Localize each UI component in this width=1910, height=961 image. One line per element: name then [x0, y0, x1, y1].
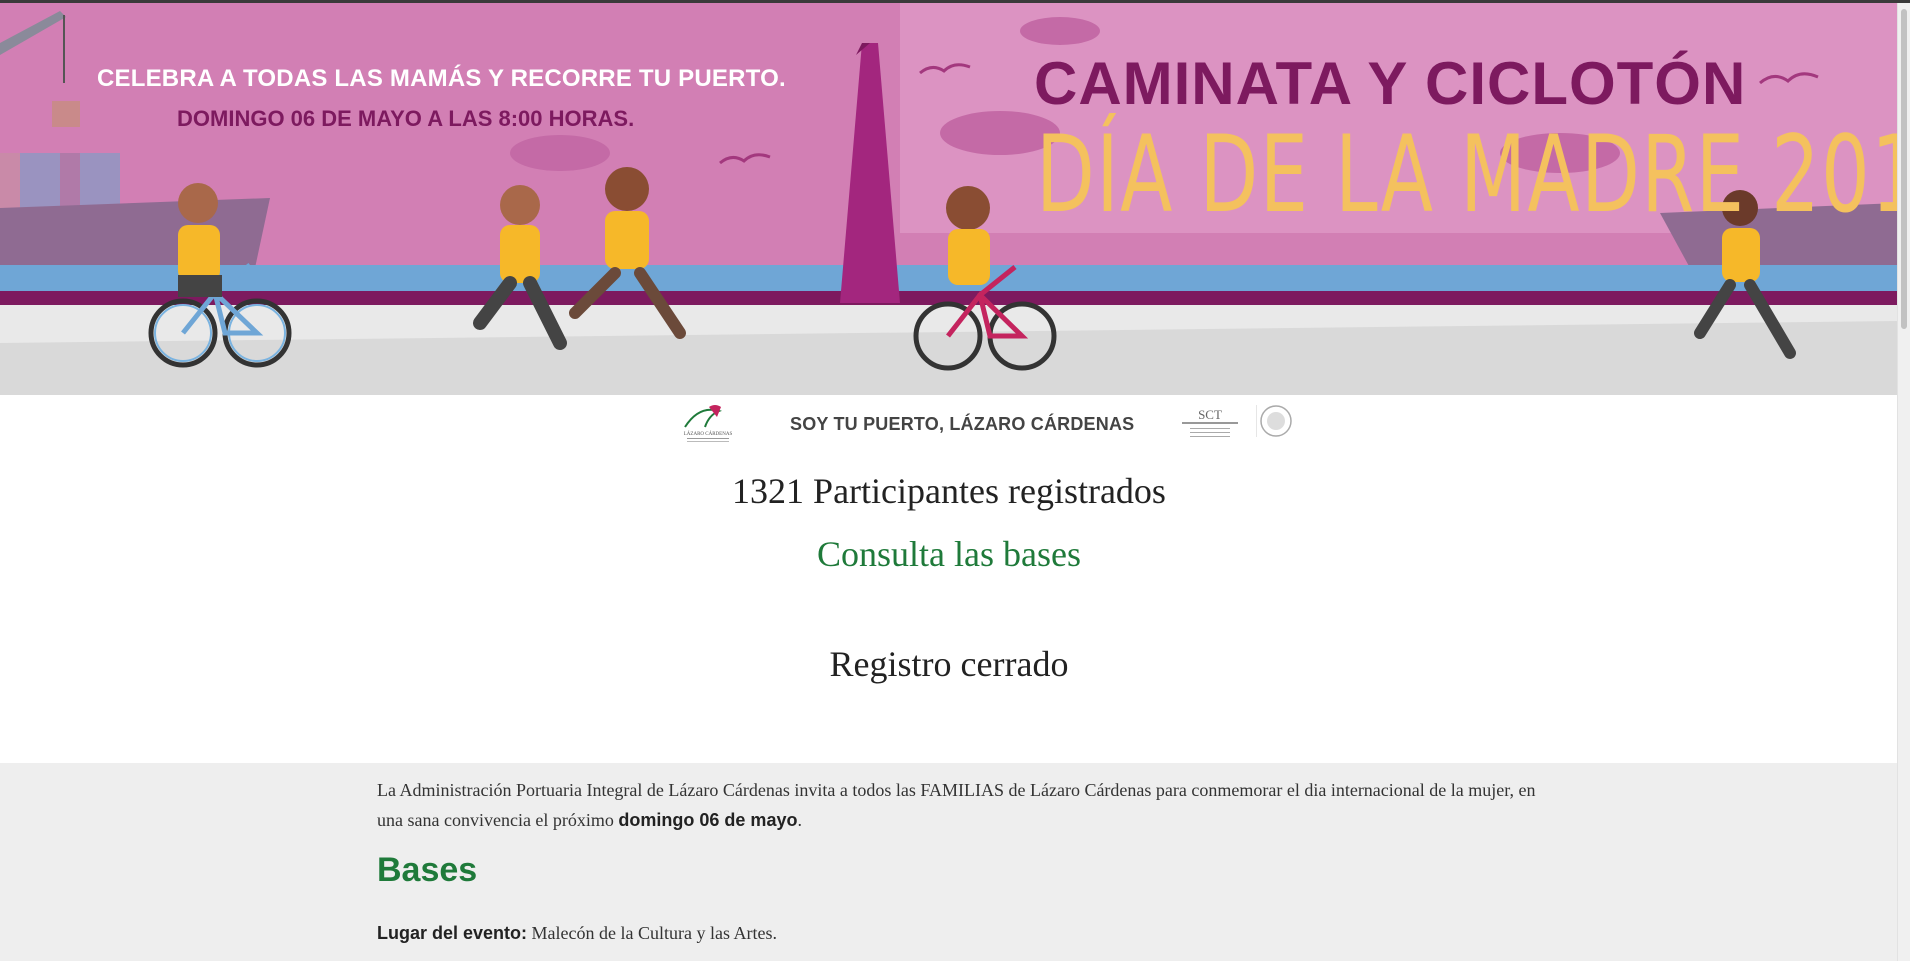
registration-status: Registro cerrado	[829, 644, 1069, 684]
event-location: Lugar del evento: Malecón de la Cultura …	[377, 923, 777, 944]
consult-bases-link[interactable]: Consulta las bases	[0, 533, 1898, 575]
port-tagline: SOY TU PUERTO, LÁZARO CÁRDENAS	[790, 414, 1135, 434]
svg-text:SCT: SCT	[1198, 407, 1222, 422]
sponsor-logos: LÁZARO CÁRDENAS SOY TU PUERTO, LÁZARO CÁ…	[0, 395, 1898, 455]
intro-end: .	[797, 810, 802, 830]
svg-text:LÁZARO CÁRDENAS: LÁZARO CÁRDENAS	[684, 431, 733, 437]
banner-tagline: CELEBRA A TODAS LAS MAMÁS Y RECORRE TU P…	[97, 65, 786, 92]
scrollbar-thumb[interactable]	[1901, 9, 1907, 329]
info-section: La Administración Portuaria Integral de …	[0, 763, 1898, 961]
cloud-icon	[1020, 17, 1100, 45]
bases-heading: Bases	[377, 851, 478, 889]
banner-subtitle: DÍA DE LA MADRE 2018	[1036, 113, 1898, 236]
location-label: Lugar del evento:	[377, 923, 528, 943]
intro-paragraph: La Administración Portuaria Integral de …	[377, 775, 1537, 835]
banner-title: CAMINATA Y CICLOTÓN	[1034, 50, 1747, 117]
mexico-seal-icon	[1256, 405, 1292, 437]
banner-date: DOMINGO 06 DE MAYO A LAS 8:00 HORAS.	[177, 106, 635, 131]
location-value: Malecón de la Cultura y las Artes.	[527, 923, 777, 943]
ship-left	[0, 198, 270, 273]
port-logo: LÁZARO CÁRDENAS	[684, 405, 733, 442]
intro-date: domingo 06 de mayo	[618, 810, 798, 830]
intro-text: La Administración Portuaria Integral de …	[377, 780, 1536, 830]
sct-logo: SCT	[1182, 407, 1238, 437]
participant-count: 1321 Participantes registrados	[732, 471, 1166, 511]
page-scrollbar[interactable]	[1897, 3, 1910, 961]
event-banner: CELEBRA A TODAS LAS MAMÁS Y RECORRE TU P…	[0, 3, 1898, 395]
